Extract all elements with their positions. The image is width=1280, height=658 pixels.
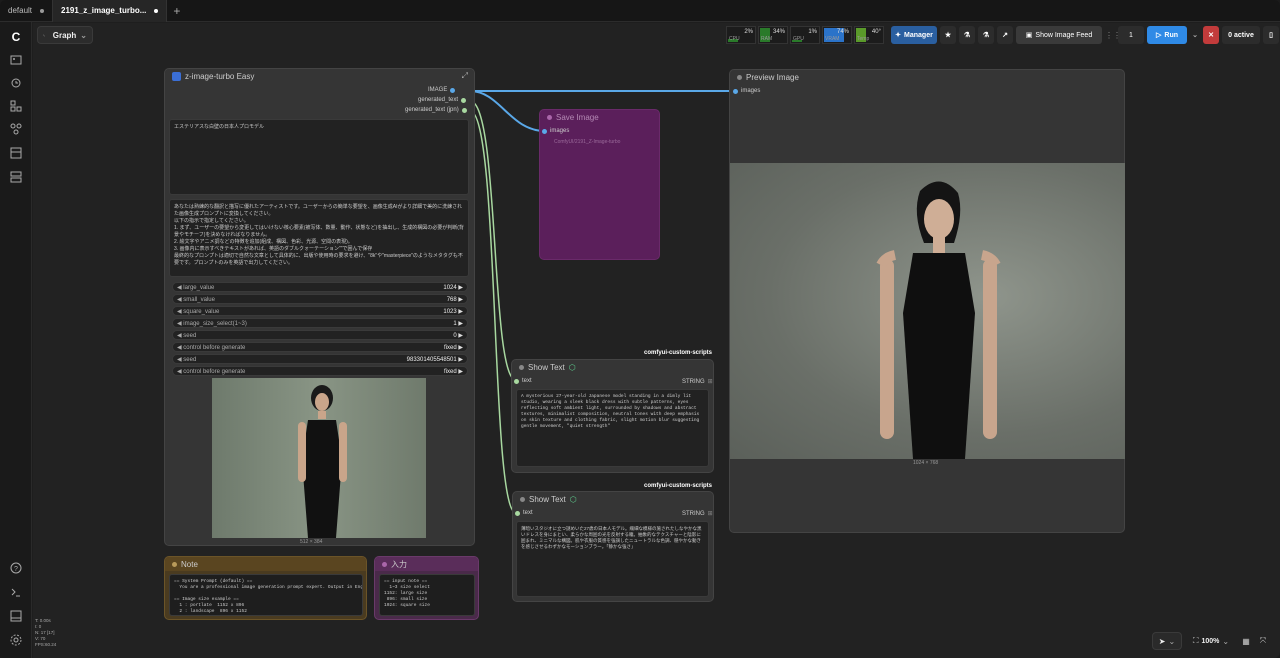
node-type-icon [172,71,181,81]
prompt-textarea[interactable]: エステリアスな白壁の日本人プロモデル [169,119,469,195]
node-header[interactable]: Show Text ⬡ [512,360,713,374]
custom-scripts-icon: ⬡ [569,494,577,504]
preview-size-label: 1024 × 768 [913,460,939,466]
show-text-content-2[interactable]: 薄暗いスタジオに立つ謎めいた27歳の日本人モデル。繊細な模様の施されたしなやかな… [516,521,709,597]
widget-seed-2[interactable]: ◀ seed 983301405548501 ▶ [172,354,468,364]
thumbnail-size-label: 512 × 384 [300,539,323,545]
node-title: z-image-turbo Easy [185,71,255,81]
filename-prefix-widget[interactable]: ComfyUI/2191_Z-Image-turbo [554,139,620,145]
widget-square-value[interactable]: ◀ square_value 1023 ▶ [172,306,468,316]
widget-seed-1[interactable]: ◀ seed 0 ▶ [172,330,468,340]
zoom-control[interactable]: ⛶ 100% ⌄ [1186,632,1236,650]
node-header[interactable]: z-image-turbo Easy ⤢ [165,69,474,83]
widget-small-value[interactable]: ◀ small_value 768 ▶ [172,294,468,304]
output-string[interactable]: STRING ⊞ [682,510,713,518]
output-string[interactable]: STRING ⊞ [682,378,713,386]
widget-control-before-generate-1[interactable]: ◀ control before generate fixed ▶ [172,342,468,352]
zoom-level[interactable]: 100% [1202,638,1220,645]
input-images[interactable]: images [733,88,760,94]
custom-scripts-icon: ⬡ [568,362,576,372]
preview-image [730,163,1125,459]
node-header[interactable]: Note [165,557,366,571]
node-header[interactable]: Preview Image [730,70,1124,84]
widget-image-size-select[interactable]: ◀ image_size_select(1~3) 1 ▶ [172,318,468,328]
link-visibility-icon[interactable]: ⤧ [1257,632,1269,650]
system-prompt-textarea[interactable]: あなたは熟練的な翻訳と描写に優れたアーティストです。ユーザーからの簡単な要望を、… [169,199,469,277]
input-images[interactable]: images [542,128,569,134]
input-note-content[interactable]: == input note == 1~3 size select 1152: l… [379,574,475,616]
node-header[interactable]: 入力 [375,557,478,571]
note-content[interactable]: == System Prompt (default) == You are a … [169,574,363,616]
output-image[interactable]: IMAGE [428,87,456,93]
chevron-down-icon[interactable]: ⌄ [1222,637,1229,646]
node-header[interactable]: Show Text ⬡ [513,492,713,506]
app-window: default 2191_z_image_turbo... + C ? Grap… [0,0,1280,658]
fit-view-icon[interactable]: ⛶ [1193,636,1199,646]
node-header[interactable]: Save Image [540,110,659,124]
custom-scripts-badge: comfyui-custom-scripts [644,483,713,489]
widget-large-value[interactable]: ◀ large_value 1024 ▶ [172,282,468,292]
minimap-icon[interactable]: ▦ [1240,632,1252,650]
expand-icon[interactable]: ⤢ [462,71,468,81]
input-text[interactable]: text [515,510,533,516]
generated-image-thumbnail [212,378,426,538]
widget-control-before-generate-2[interactable]: ◀ control before generate fixed ▶ [172,366,468,376]
output-generated-text-jpn[interactable]: generated_text (jpn) [405,107,467,113]
select-tool[interactable]: ➤ ⌄ [1152,632,1182,650]
input-text[interactable]: text [514,378,532,384]
chevron-down-icon[interactable]: ⌄ [1169,637,1176,646]
show-text-content-1[interactable]: A mysterious 27-year-old Japanese model … [516,389,709,467]
canvas-stats: T: 0.00s I: 0 N: 17 [17] V: 70 FPS:60.24 [35,618,57,647]
cursor-icon[interactable]: ➤ [1159,637,1166,646]
output-generated-text[interactable]: generated_text [418,97,467,103]
custom-scripts-badge: comfyui-custom-scripts [644,350,713,356]
